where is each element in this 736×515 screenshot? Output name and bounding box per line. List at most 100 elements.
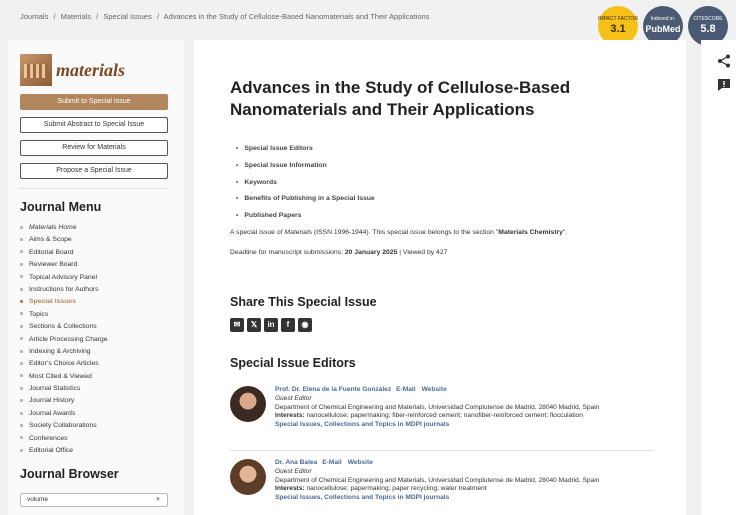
menu-item-editorial-board[interactable]: Editorial Board <box>20 247 108 259</box>
website-link[interactable]: Website <box>348 459 373 466</box>
editor-info: Dr. Ana Balea E-Mail Website Guest Editor … <box>275 459 599 503</box>
impact-factor-value: 3.1 <box>610 22 626 35</box>
menu-item-special-issues[interactable]: Special Issues <box>20 296 108 308</box>
bullet-icon <box>20 275 23 279</box>
menu-item-label: Editorial Office <box>29 447 74 455</box>
breadcrumb: Journals / Materials / Special Issues / … <box>20 12 432 21</box>
menu-item-label: Aims & Scope <box>29 236 72 244</box>
menu-item-label: Materials Home <box>29 224 77 231</box>
right-toolbar <box>701 40 736 515</box>
description-journal[interactable]: Materials <box>284 229 312 236</box>
menu-item-home[interactable]: Materials Home <box>20 222 108 234</box>
menu-item-editorial-office[interactable]: Editorial Office <box>20 445 108 457</box>
share-icon[interactable] <box>717 54 731 71</box>
menu-item-topical-advisory-panel[interactable]: Topical Advisory Panel <box>20 272 108 284</box>
volume-select-value: volume <box>27 496 48 503</box>
menu-item-instructions[interactable]: Instructions for Authors <box>20 284 108 296</box>
submit-to-special-issue-button[interactable]: Submit to Special Issue <box>20 94 168 110</box>
editor-journals-link[interactable]: Special Issues, Collections and Topics i… <box>275 421 599 430</box>
bullet-icon <box>20 349 23 353</box>
bullet-icon <box>20 399 23 403</box>
editor-interests: Interests: nanocellulose; papermaking; p… <box>275 485 599 494</box>
special-issue-description: A special issue of Materials (ISSN 1996-… <box>230 229 567 236</box>
breadcrumb-materials[interactable]: Materials <box>61 12 91 21</box>
website-link[interactable]: Website <box>422 386 447 393</box>
logo-text: materials <box>56 59 126 80</box>
bullet-icon <box>20 411 23 415</box>
journal-logo[interactable]: materials <box>20 54 125 86</box>
sidebar-divider <box>20 188 168 189</box>
description-suffix: ". <box>562 229 568 236</box>
feedback-icon[interactable] <box>717 78 731 95</box>
menu-item-label: Topical Advisory Panel <box>29 273 98 281</box>
breadcrumb-separator: / <box>53 12 56 21</box>
linkedin-icon[interactable]: in <box>264 318 278 332</box>
description-prefix: A special issue of <box>230 229 285 236</box>
menu-item-apc[interactable]: Article Processing Charge <box>20 334 108 346</box>
toc-information-link[interactable]: Special Issue Information <box>236 158 375 175</box>
menu-item-label: Editorial Board <box>29 248 74 256</box>
breadcrumb-separator: / <box>156 12 159 21</box>
toc-published-papers-link[interactable]: Published Papers <box>236 208 375 225</box>
bullet-icon <box>20 448 23 452</box>
bullet-icon <box>20 262 23 266</box>
menu-item-history[interactable]: Journal History <box>20 395 108 407</box>
menu-item-statistics[interactable]: Journal Statistics <box>20 383 108 395</box>
menu-item-conferences[interactable]: Conferences <box>20 433 108 445</box>
email-icon[interactable]: ✉ <box>230 318 244 332</box>
citescore-value: 5.8 <box>700 22 716 35</box>
menu-item-awards[interactable]: Journal Awards <box>20 408 108 420</box>
menu-item-indexing[interactable]: Indexing & Archiving <box>20 346 108 358</box>
menu-item-label: Instructions for Authors <box>29 285 99 293</box>
breadcrumb-journals[interactable]: Journals <box>20 12 48 21</box>
email-link[interactable]: E-Mail <box>322 459 341 466</box>
menu-item-label: Sections & Collections <box>29 323 97 331</box>
propose-special-issue-button[interactable]: Propose a Special Issue <box>20 163 168 179</box>
editor-name[interactable]: Dr. Ana Balea <box>275 459 317 466</box>
menu-item-aims-scope[interactable]: Aims & Scope <box>20 234 108 246</box>
view-count: | Viewed by 427 <box>397 249 448 256</box>
volume-select[interactable]: volume ▼ <box>20 493 168 507</box>
editor-name[interactable]: Prof. Dr. Elena de la Fuente González <box>275 386 391 393</box>
bullet-icon <box>20 436 23 440</box>
submit-abstract-button[interactable]: Submit Abstract to Special Issue <box>20 117 168 133</box>
avatar <box>230 386 266 422</box>
description-section[interactable]: Materials Chemistry <box>498 229 563 236</box>
menu-item-reviewer-board[interactable]: Reviewer Board <box>20 259 108 271</box>
toc-benefits-link[interactable]: Benefits of Publishing in a Special Issu… <box>236 191 374 208</box>
sidebar: materials Submit to Special Issue Submit… <box>8 40 184 515</box>
menu-item-label: Journal Statistics <box>29 385 81 393</box>
editor-role: Guest Editor <box>275 467 312 475</box>
deadline-date: 20 January 2025 <box>344 249 398 256</box>
journal-menu: Materials Home Aims & Scope Editorial Bo… <box>20 222 108 457</box>
journal-browser-heading: Journal Browser <box>20 467 119 481</box>
bullet-icon <box>20 300 23 304</box>
menu-item-editors-choice[interactable]: Editor’s Choice Articles <box>20 358 108 370</box>
editor-journals-link[interactable]: Special Issues, Collections and Topics i… <box>275 494 599 503</box>
toc-keywords-link[interactable]: Keywords <box>236 175 375 192</box>
bullet-icon <box>20 337 23 341</box>
editors-heading: Special Issue Editors <box>230 356 356 370</box>
review-for-materials-button[interactable]: Review for Materials <box>20 140 168 156</box>
wechat-icon[interactable]: ◉ <box>298 318 312 332</box>
journal-menu-heading: Journal Menu <box>20 200 102 214</box>
editor-info: Prof. Dr. Elena de la Fuente González E-M… <box>275 386 599 430</box>
x-icon[interactable]: 𝕏 <box>247 318 261 332</box>
email-link[interactable]: E-Mail <box>396 386 415 393</box>
interests-label: Interests: <box>275 485 305 493</box>
menu-item-label: Topics <box>29 310 49 318</box>
deadline-label: Deadline for manuscript submissions: <box>230 249 345 256</box>
breadcrumb-special-issues[interactable]: Special Issues <box>103 12 151 21</box>
menu-item-topics[interactable]: Topics <box>20 309 108 321</box>
menu-item-label: Society Collaborations <box>29 422 97 430</box>
menu-item-sections[interactable]: Sections & Collections <box>20 321 108 333</box>
facebook-icon[interactable]: f <box>281 318 295 332</box>
description-issn: (ISSN 1996-1944). This special issue bel… <box>311 229 499 236</box>
bullet-icon <box>20 287 23 291</box>
menu-item-society[interactable]: Society Collaborations <box>20 420 108 432</box>
deadline-info: Deadline for manuscript submissions: 20 … <box>230 249 447 256</box>
bullet-icon <box>20 374 23 378</box>
menu-item-most-cited[interactable]: Most Cited & Viewed <box>20 371 108 383</box>
indexed-value: PubMed <box>645 23 681 34</box>
toc-editors-link[interactable]: Special Issue Editors <box>236 141 375 158</box>
